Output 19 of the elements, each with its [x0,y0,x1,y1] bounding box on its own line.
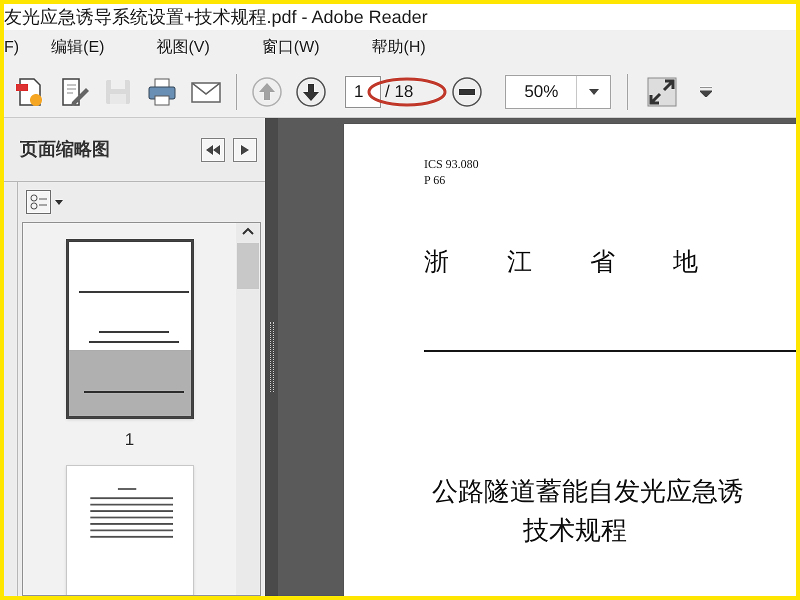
heading-character: 地 [673,247,698,278]
menu-item[interactable]: 视图(V) [144,36,222,60]
document-title: 技术规程 [523,514,627,546]
menu-item[interactable]: 窗口(W) [250,36,332,60]
panel-title: 页面缩略图 [20,138,110,161]
heading-character: 浙 [424,247,449,278]
menu-item[interactable]: F) [4,36,40,60]
heading-character: 江 [507,247,532,278]
page-count: / 18 [384,80,414,103]
window-title: 友光应急诱导系统设置+技术规程.pdf - Adobe Reader [4,8,428,26]
zoom-field[interactable]: 50% [505,74,612,108]
document-code: ICS 93.080 [424,156,480,172]
heading-character: 省 [590,247,615,278]
document-title: 公路隧道蓄能自发光应急诱 [432,474,744,508]
page-number-field[interactable]: 1 [345,76,381,108]
menu-item[interactable]: 编辑(E) [39,36,116,60]
document-code: P 66 [424,172,446,188]
menu-item[interactable]: 帮助(H) [360,36,438,60]
page-number-label: 1 [124,429,134,451]
